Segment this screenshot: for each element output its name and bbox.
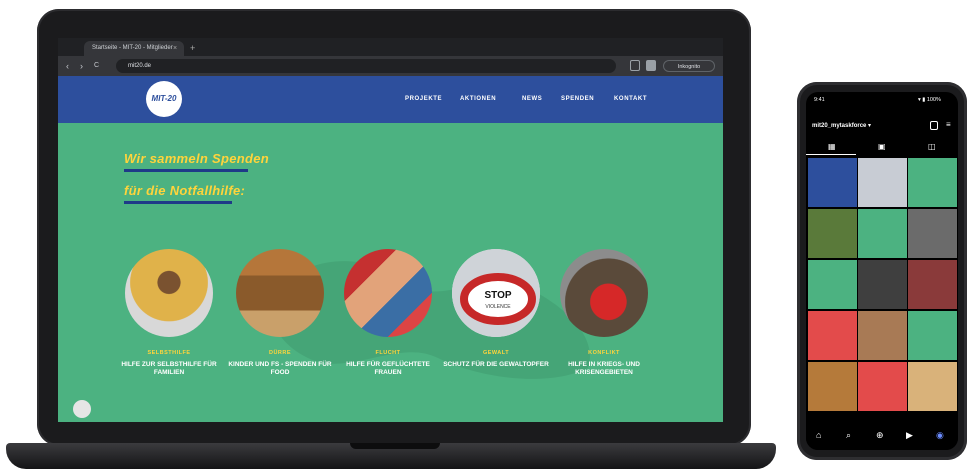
post-thumbnail[interactable] — [858, 362, 907, 411]
browser-tab[interactable]: Startseite - MIT-20 - Mitglieder — [84, 41, 184, 56]
project-image-selbsthilfe[interactable] — [125, 249, 213, 337]
svg-text:STOP: STOP — [484, 290, 511, 301]
project-title[interactable]: SCHUTZ FÜR DIE GEWALTOPFER — [441, 361, 551, 369]
project-category: KONFLIKT — [588, 350, 620, 356]
project-image-konflikt[interactable] — [560, 249, 648, 337]
extension-icon[interactable] — [630, 60, 640, 71]
project-title[interactable]: HILFE IN KRIEGS- UND KRISENGEBIETEN — [549, 361, 659, 377]
project-category: SELBSTHILFE — [147, 350, 191, 356]
project-image-flucht[interactable] — [344, 249, 432, 337]
post-thumbnail[interactable] — [858, 311, 907, 360]
svg-text:VIOLENCE: VIOLENCE — [485, 304, 511, 310]
grid-tab-icon[interactable]: ▦ — [828, 142, 836, 151]
menu-item-spenden[interactable]: SPENDEN — [561, 96, 594, 102]
chat-icon[interactable] — [73, 400, 91, 418]
post-thumbnail[interactable] — [808, 362, 857, 411]
headline-line2: für die Notfallhilfe: — [124, 183, 246, 198]
post-thumbnail[interactable] — [908, 362, 957, 411]
laptop-screen: Startseite - MIT-20 - Mitglieder × + ‹ ›… — [58, 38, 723, 422]
post-thumbnail[interactable] — [808, 311, 857, 360]
back-arrow-icon[interactable]: ‹ — [66, 56, 69, 76]
headline-line1: Wir sammeln Spenden — [124, 151, 270, 166]
post-thumbnail[interactable] — [908, 209, 957, 258]
active-tab-indicator — [806, 154, 856, 155]
tab-close-icon[interactable]: × — [173, 41, 177, 56]
menu-item-kontakt[interactable]: KONTAKT — [614, 96, 647, 102]
project-category: DÜRRE — [268, 350, 292, 356]
menu-item-aktionen[interactable]: AKTIONEN — [460, 96, 496, 102]
search-icon[interactable]: ⌕ — [846, 430, 851, 441]
post-thumbnail[interactable] — [858, 260, 907, 309]
profile-icon[interactable]: ◉ — [936, 430, 944, 441]
post-thumbnail[interactable] — [808, 209, 857, 258]
reload-icon[interactable]: C — [94, 56, 99, 76]
post-thumbnail[interactable] — [808, 158, 857, 207]
post-thumbnail[interactable] — [908, 260, 957, 309]
headline-underline — [124, 169, 248, 172]
project-title[interactable]: KINDER UND FS - SPENDEN FÜR FOOD — [225, 361, 335, 377]
headline-underline — [124, 201, 232, 204]
post-thumbnail[interactable] — [808, 260, 857, 309]
project-category: FLUCHT — [375, 350, 401, 356]
home-icon[interactable]: ⌂ — [816, 430, 821, 440]
project-category: GEWALT — [482, 350, 510, 356]
url-field[interactable]: mit20.de — [116, 59, 616, 73]
project-title[interactable]: HILFE FÜR GEFLÜCHTETE FRAUEN — [333, 361, 443, 377]
menu-icon[interactable]: ≡ — [946, 120, 951, 129]
incognito-badge[interactable]: Inkognito — [663, 60, 715, 72]
site-logo[interactable]: MIT-20 — [146, 81, 182, 117]
reels-icon[interactable]: ▶ — [906, 430, 913, 441]
reels-tab-icon[interactable]: ▣ — [878, 142, 886, 151]
project-image-gewalt[interactable]: STOP VIOLENCE — [452, 249, 540, 337]
project-image-duerre[interactable] — [236, 249, 324, 337]
forward-arrow-icon[interactable]: › — [80, 56, 83, 76]
sidepanel-icon[interactable] — [646, 60, 656, 71]
menu-item-projekte[interactable]: PROJEKTE — [405, 96, 442, 102]
post-thumbnail[interactable] — [908, 158, 957, 207]
add-post-icon[interactable] — [930, 121, 938, 130]
phone-screen: 9:41 ▾ ▮ 100% mit20_mytaskforce ▾ ≡ ▦ ▣ … — [806, 92, 958, 450]
menu-item-news[interactable]: NEWS — [522, 96, 542, 102]
phone-status-icons: ▾ ▮ 100% — [918, 97, 941, 103]
post-thumbnail[interactable] — [858, 158, 907, 207]
phone-time: 9:41 — [814, 97, 825, 103]
add-icon[interactable]: ⊕ — [876, 430, 884, 441]
profile-username[interactable]: mit20_mytaskforce ▾ — [812, 122, 871, 129]
new-tab-icon[interactable]: + — [190, 41, 195, 56]
tagged-tab-icon[interactable]: ◫ — [928, 142, 936, 151]
post-thumbnail[interactable] — [908, 311, 957, 360]
post-thumbnail[interactable] — [858, 209, 907, 258]
stop-sign-icon: STOP VIOLENCE — [452, 249, 540, 337]
project-title[interactable]: HILFE ZUR SELBSTHILFE FÜR FAMILIEN — [114, 361, 224, 377]
laptop-notch — [350, 443, 440, 449]
